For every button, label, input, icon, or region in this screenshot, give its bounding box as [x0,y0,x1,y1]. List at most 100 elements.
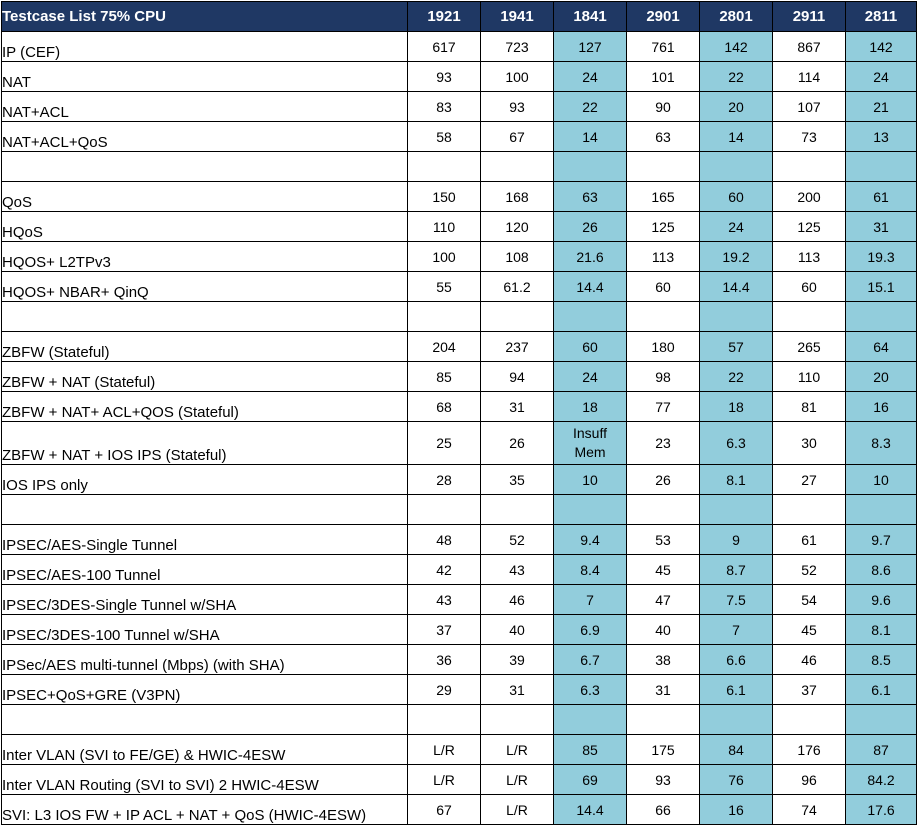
cell-value: 8.7 [699,554,773,585]
header-model: 1941 [480,1,554,32]
cell-value [407,704,481,735]
cell-value: L/R [407,764,481,795]
row-label: ZBFW + NAT + IOS IPS (Stateful) [1,421,408,465]
cell-value: 10 [845,464,917,495]
table-row: IPSEC/3DES-100 Tunnel w/SHA 37 40 6.9 40 7 45 8… [1,614,917,645]
cell-value: 74 [772,794,846,825]
cell-value: 55 [407,271,481,302]
cell-value: 93 [407,61,481,92]
cell-value: 39 [480,644,554,675]
cell-value: 84.2 [845,764,917,795]
cell-value: 14.4 [553,794,627,825]
cell-value: 127 [553,31,627,62]
cell-value: 96 [772,764,846,795]
cell-value: 6.6 [699,644,773,675]
cell-value: 69 [553,764,627,795]
cell-value: 18 [553,391,627,422]
cell-value: 110 [772,361,846,392]
cell-value: 24 [699,211,773,242]
cell-value: L/R [407,734,481,765]
cell-value: 101 [626,61,700,92]
cell-value: 37 [772,674,846,705]
spacer-row [1,301,917,332]
cell-value: 85 [407,361,481,392]
row-label [1,151,408,182]
cell-value: 107 [772,91,846,122]
cell-value: 31 [626,674,700,705]
cell-value: 14 [699,121,773,152]
cell-value: 7 [699,614,773,645]
header-testcase: Testcase List 75% CPU [1,1,408,32]
row-label: IOS IPS only [1,464,408,495]
cell-value: 60 [626,271,700,302]
cell-value: 76 [699,764,773,795]
cell-value: 20 [845,361,917,392]
cell-value: 8.1 [699,464,773,495]
cell-value: 113 [626,241,700,272]
row-label [1,494,408,525]
cell-value: 617 [407,31,481,62]
cell-value [407,151,481,182]
cell-value [772,151,846,182]
cell-value: 8.4 [553,554,627,585]
table-row: ZBFW (Stateful) 204 237 60 180 57 265 64 [1,331,917,362]
cell-value [699,301,773,332]
table-row: QoS 150 168 63 165 60 200 61 [1,181,917,212]
cell-value: 77 [626,391,700,422]
cell-value: 98 [626,361,700,392]
row-label: Inter VLAN Routing (SVI to SVI) 2 HWIC-4… [1,764,408,795]
cell-value: 9.4 [553,524,627,555]
cell-value: 17.6 [845,794,917,825]
cell-value: 100 [480,61,554,92]
cell-value: 22 [699,361,773,392]
cell-value [772,301,846,332]
cell-value: 29 [407,674,481,705]
cell-value: 87 [845,734,917,765]
cell-value: 8.5 [845,644,917,675]
cell-value: 93 [626,764,700,795]
cell-value: 94 [480,361,554,392]
row-label: NAT+ACL+QoS [1,121,408,152]
cell-value: 10 [553,464,627,495]
cell-value: 8.3 [845,421,917,465]
table-row: HQOS+ L2TPv3 100 108 21.6 113 19.2 113 19.3 [1,241,917,272]
spacer-row [1,704,917,735]
cell-value: 40 [480,614,554,645]
header-model: 1841 [553,1,627,32]
header-model: 2811 [845,1,917,32]
cell-value: 165 [626,181,700,212]
cell-value: 54 [772,584,846,615]
cell-value: 16 [845,391,917,422]
cell-value [699,494,773,525]
cell-value: 67 [407,794,481,825]
cell-value: 60 [699,181,773,212]
cell-value: 867 [772,31,846,62]
cell-value: 113 [772,241,846,272]
cell-value: 45 [626,554,700,585]
cell-value [553,704,627,735]
table-row: IP (CEF) 617 723 127 761 142 867 142 [1,31,917,62]
cell-value: 48 [407,524,481,555]
cell-value: 200 [772,181,846,212]
cell-value: 9 [699,524,773,555]
cell-value: 6.1 [845,674,917,705]
row-label [1,704,408,735]
cell-value: 93 [480,91,554,122]
cell-value: 30 [772,421,846,465]
header-model: 2911 [772,1,846,32]
cell-value: 61 [845,181,917,212]
table-row: ZBFW + NAT (Stateful) 85 94 24 98 22 110 20 [1,361,917,392]
cell-value: 723 [480,31,554,62]
cell-value: 60 [553,331,627,362]
cell-value: 84 [699,734,773,765]
table-row: IPSEC/AES-100 Tunnel 42 43 8.4 45 8.7 52 8.6 [1,554,917,585]
row-label: IPSEC/AES-100 Tunnel [1,554,408,585]
cell-value: 6.3 [699,421,773,465]
cell-value [699,151,773,182]
cell-value: 204 [407,331,481,362]
cell-value: 168 [480,181,554,212]
cell-value: 120 [480,211,554,242]
cell-value: 52 [480,524,554,555]
row-label: SVI: L3 IOS FW + IP ACL + NAT + QoS (HWI… [1,794,408,825]
cell-value: 125 [772,211,846,242]
